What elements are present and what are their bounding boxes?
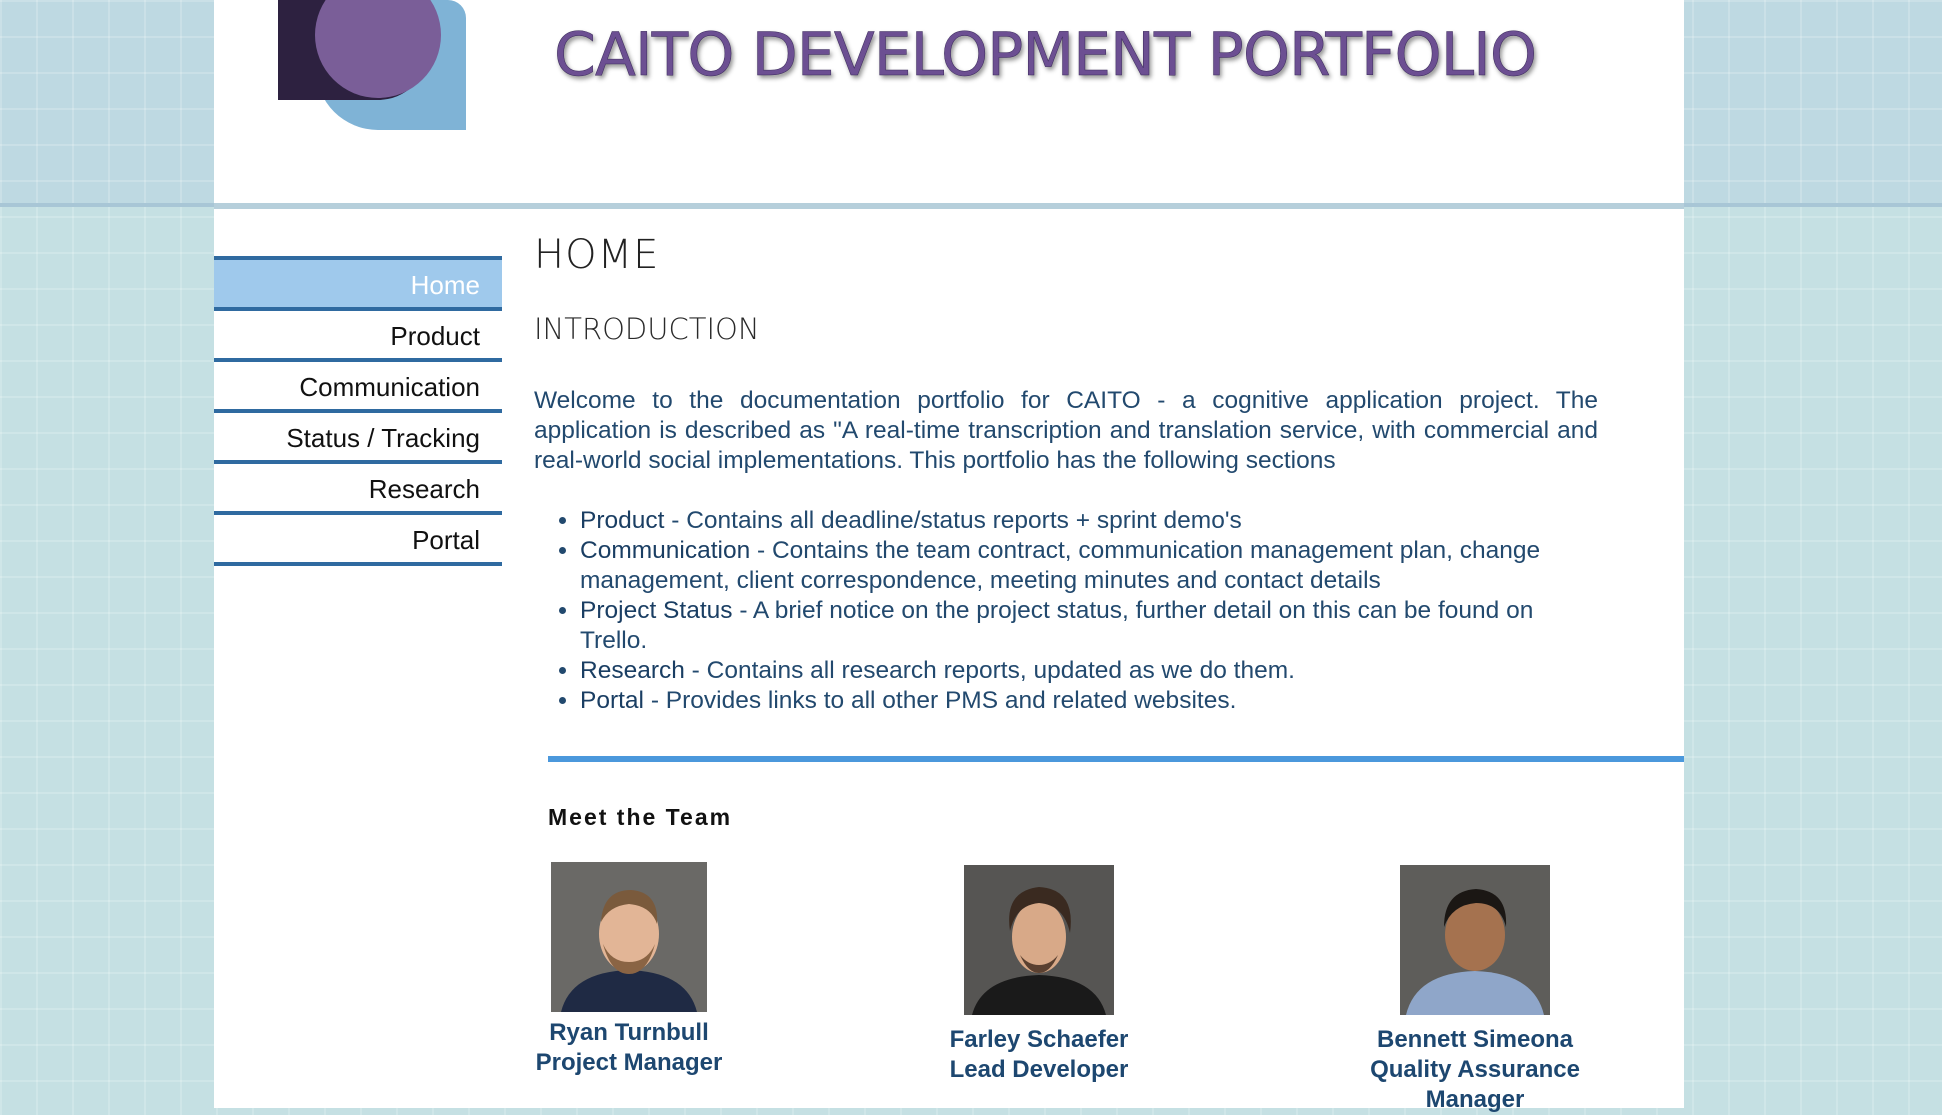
team-member-card: Farley Schaefer Lead Developer bbox=[924, 865, 1154, 1085]
member-role: Quality Assurance bbox=[1370, 1056, 1580, 1083]
list-item: Project Status - A brief notice on the p… bbox=[580, 596, 1598, 656]
intro-paragraph: Welcome to the documentation portfolio f… bbox=[534, 387, 1598, 474]
member-name: Farley Schaefer bbox=[949, 1026, 1129, 1053]
member-name: Ryan Turnbull bbox=[549, 1019, 709, 1046]
nav-item-portal[interactable]: Portal bbox=[214, 511, 502, 566]
member-role-continued: Manager bbox=[1425, 1086, 1525, 1113]
member-role: Lead Developer bbox=[949, 1056, 1129, 1083]
main-nav: Home Product Communication Status / Trac… bbox=[214, 256, 502, 566]
list-item: Product - Contains all deadline/status r… bbox=[580, 506, 1598, 536]
section-desc-research: - Contains all research reports, updated… bbox=[684, 657, 1295, 684]
page-container: CAITO DEVELOPMENT PORTFOLIO Home Product… bbox=[214, 0, 1684, 1113]
section-desc-product: - Contains all deadline/status reports +… bbox=[664, 507, 1242, 534]
sections-list: Product - Contains all deadline/status r… bbox=[534, 506, 1598, 716]
nav-item-product[interactable]: Product bbox=[214, 307, 502, 358]
section-term-communication: Communication bbox=[580, 537, 751, 564]
section-term-product: Product bbox=[580, 507, 665, 534]
person-photo-icon bbox=[964, 865, 1114, 1015]
section-divider bbox=[548, 756, 1684, 762]
team-member-card: Ryan Turnbull Project Manager bbox=[514, 862, 744, 1078]
section-term-portal: Portal bbox=[580, 687, 645, 714]
site-title: CAITO DEVELOPMENT PORTFOLIO bbox=[554, 20, 1538, 91]
nav-item-communication[interactable]: Communication bbox=[214, 358, 502, 409]
section-term-research: Research bbox=[580, 657, 685, 684]
section-term-project-status: Project Status bbox=[580, 597, 733, 624]
member-role: Project Manager bbox=[535, 1049, 723, 1076]
page-title: HOME bbox=[534, 232, 660, 278]
nav-item-home[interactable]: Home bbox=[214, 256, 502, 307]
nav-item-research[interactable]: Research bbox=[214, 460, 502, 511]
section-heading-introduction: INTRODUCTION bbox=[534, 312, 760, 346]
list-item: Portal - Provides links to all other PMS… bbox=[580, 686, 1598, 716]
logo-icon[interactable] bbox=[278, 0, 468, 132]
header-divider bbox=[214, 203, 1684, 209]
member-name: Bennett Simeona bbox=[1376, 1026, 1574, 1053]
team-member-card: Bennett Simeona Quality Assurance Manage… bbox=[1360, 865, 1590, 1115]
section-desc-portal: - Provides links to all other PMS and re… bbox=[644, 687, 1237, 714]
nav-item-status-tracking[interactable]: Status / Tracking bbox=[214, 409, 502, 460]
person-photo-icon bbox=[551, 862, 707, 1012]
team-heading: Meet the Team bbox=[548, 804, 733, 830]
person-photo-icon bbox=[1400, 865, 1550, 1015]
list-item: Communication - Contains the team contra… bbox=[580, 536, 1598, 596]
list-item: Research - Contains all research reports… bbox=[580, 656, 1598, 686]
